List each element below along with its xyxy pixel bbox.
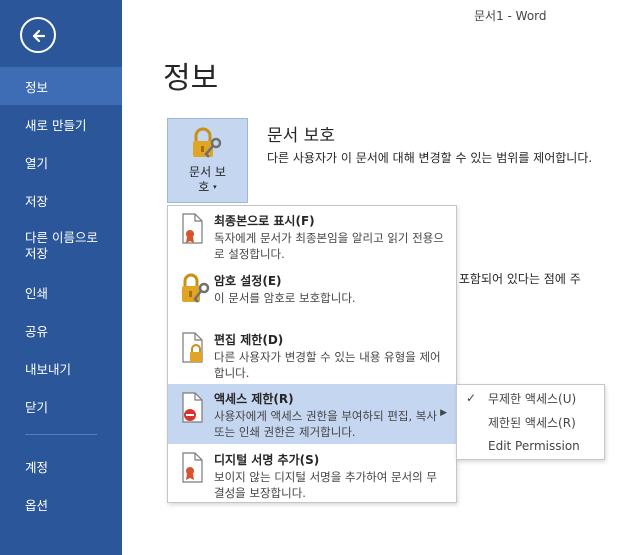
nav-open[interactable]: 열기: [0, 143, 122, 181]
nav-save[interactable]: 저장: [0, 181, 122, 219]
submenu-arrow-icon: ▶: [440, 408, 447, 418]
menu-item-title: 최종본으로 표시(F): [214, 214, 315, 228]
backstage-sidebar: 정보 새로 만들기 열기 저장 다른 이름으로 저장 인쇄 공유 내보내기 닫기…: [0, 0, 122, 555]
protect-document-text: 문서 보 호: [189, 165, 226, 194]
nav-share[interactable]: 공유: [0, 311, 122, 349]
menu-item-mark-final[interactable]: 최종본으로 표시(F) 독자에게 문서가 최종본임을 알리고 읽기 전용으로 설…: [168, 206, 456, 264]
sidebar-divider: [25, 434, 97, 435]
window-title: 문서1 - Word: [474, 9, 547, 23]
nav-options[interactable]: 옵션: [0, 485, 122, 523]
protect-heading: 문서 보호: [267, 126, 335, 146]
submenu-unrestricted-access[interactable]: ✓ 무제한 액세스(U): [457, 386, 604, 410]
menu-item-title: 액세스 제한(R): [214, 392, 294, 406]
lock-key-icon: [193, 127, 222, 158]
nav-save-as[interactable]: 다른 이름으로 저장: [0, 224, 122, 268]
restrict-access-submenu: ✓ 무제한 액세스(U) 제한된 액세스(R) Edit Permission: [456, 384, 605, 460]
submenu-restricted-access[interactable]: 제한된 액세스(R): [457, 410, 604, 434]
dropdown-caret-icon: ▾: [213, 183, 217, 191]
menu-item-title: 편집 제한(D): [214, 333, 284, 347]
nav-close[interactable]: 닫기: [0, 387, 122, 425]
menu-item-description: 사용자에게 액세스 권한을 부여하되 편집, 복사 또는 인쇄 권한은 제거합니…: [214, 409, 437, 439]
nav-info[interactable]: 정보: [0, 67, 122, 105]
back-arrow-icon: [32, 29, 46, 43]
submenu-edit-permission[interactable]: Edit Permission: [457, 434, 604, 458]
nav-account[interactable]: 계정: [0, 447, 122, 485]
lock-key-icon: [182, 273, 210, 303]
menu-item-description: 다른 사용자가 변경할 수 있는 내용 유형을 제어합니다.: [214, 350, 441, 380]
nav-export[interactable]: 내보내기: [0, 349, 122, 387]
menu-item-description: 이 문서를 암호로 보호합니다.: [214, 291, 356, 305]
menu-item-description: 보이지 않는 디지털 서명을 추가하여 문서의 무결성을 보장합니다.: [214, 470, 437, 500]
menu-item-description: 독자에게 문서가 최종본임을 알리고 읽기 전용으로 설정합니다.: [214, 231, 444, 261]
backstage-view: 정보 새로 만들기 열기 저장 다른 이름으로 저장 인쇄 공유 내보내기 닫기…: [0, 0, 630, 555]
doc-signature-icon: [182, 452, 203, 483]
menu-item-title: 암호 설정(E): [214, 274, 282, 288]
doc-restrict-icon: [182, 392, 203, 423]
submenu-item-label: Edit Permission: [488, 439, 580, 453]
doc-ribbon-icon: [182, 213, 203, 244]
submenu-item-label: 제한된 액세스(R): [488, 415, 576, 430]
doc-lock-icon: [182, 332, 203, 363]
menu-item-digital-signature[interactable]: 디지털 서명 추가(S) 보이지 않는 디지털 서명을 추가하여 문서의 무결성…: [168, 445, 456, 503]
protect-document-button[interactable]: 문서 보 호 ▾: [167, 118, 248, 203]
menu-item-title: 디지털 서명 추가(S): [214, 453, 320, 467]
checkmark-icon: ✓: [466, 391, 477, 405]
page-title: 정보: [163, 61, 219, 96]
protect-document-label: 문서 보 호 ▾: [168, 165, 247, 195]
nav-new[interactable]: 새로 만들기: [0, 105, 122, 143]
protect-description: 다른 사용자가 이 문서에 대해 변경할 수 있는 범위를 제어합니다.: [267, 151, 593, 165]
submenu-item-label: 무제한 액세스(U): [488, 391, 577, 406]
menu-item-encrypt-password[interactable]: 암호 설정(E) 이 문서를 암호로 보호합니다.: [168, 266, 456, 324]
protect-document-menu: 최종본으로 표시(F) 독자에게 문서가 최종본임을 알리고 읽기 전용으로 설…: [167, 205, 457, 503]
menu-item-restrict-editing[interactable]: 편집 제한(D) 다른 사용자가 변경할 수 있는 내용 유형을 제어합니다.: [168, 325, 456, 383]
menu-item-restrict-access[interactable]: 액세스 제한(R) 사용자에게 액세스 권한을 부여하되 편집, 복사 또는 인…: [168, 384, 456, 444]
back-button[interactable]: [20, 17, 56, 53]
nav-print[interactable]: 인쇄: [0, 273, 122, 311]
